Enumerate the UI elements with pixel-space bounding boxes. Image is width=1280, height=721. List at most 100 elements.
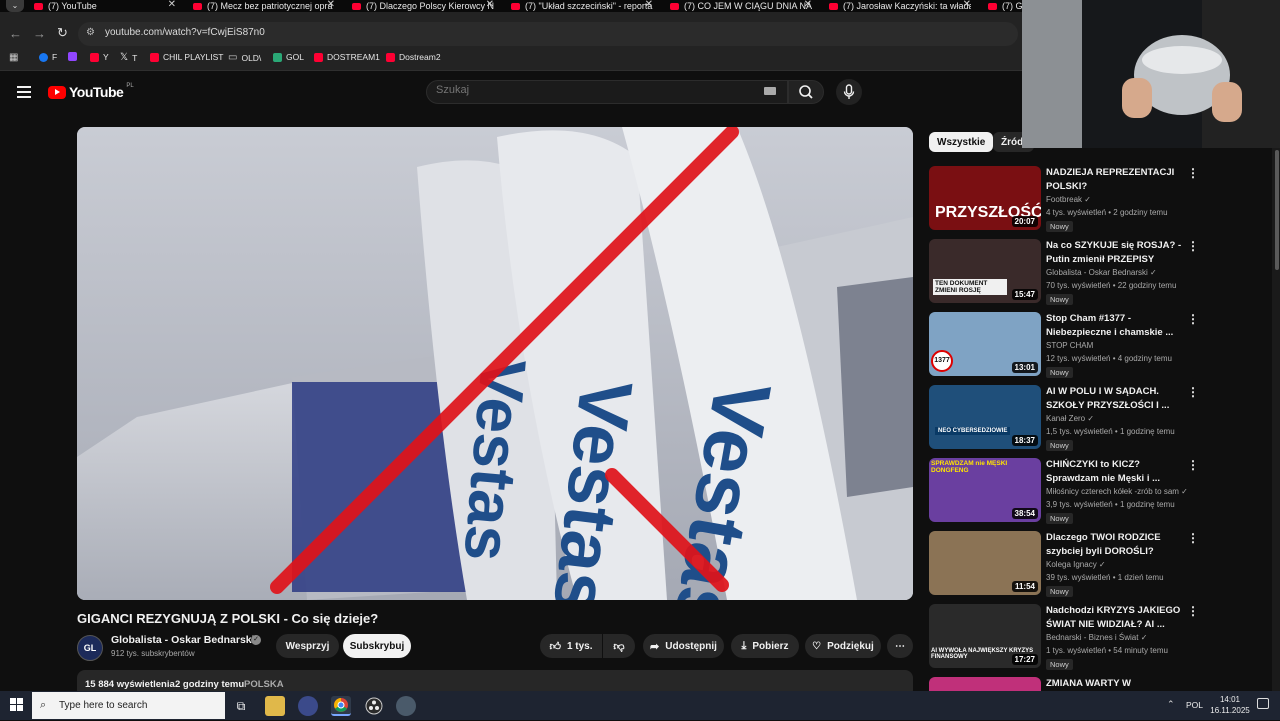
forward-arrow-icon[interactable]: → bbox=[33, 27, 46, 41]
new-badge: Nowy bbox=[1046, 586, 1073, 597]
recommendation-item[interactable]: AI WYWOŁA NAJWIĘKSZY KRYZYS FINANSOWY 17… bbox=[929, 604, 1204, 674]
download-button[interactable]: ⤓ Pobierz bbox=[731, 634, 799, 658]
video-thumbnail[interactable]: AI WYWOŁA NAJWIĘKSZY KRYZYS FINANSOWY 17… bbox=[929, 604, 1041, 668]
recommendation-item[interactable]: 11:54 Dlaczego TWOI RODZICE szybciej byl… bbox=[929, 531, 1204, 601]
more-options-icon[interactable]: ⋮ bbox=[1187, 604, 1199, 618]
video-thumbnail[interactable]: 11:54 bbox=[929, 531, 1041, 595]
browser-tab[interactable]: (7) Dlaczego Polscy Kierowcy N ✕ bbox=[352, 0, 494, 12]
video-thumbnail[interactable]: 1377 13:01 bbox=[929, 312, 1041, 376]
notifications-icon[interactable] bbox=[1257, 698, 1269, 709]
browser-tab[interactable]: (7) Mecz bez patriotycznej opra ✕ bbox=[193, 0, 335, 12]
recommendation-channel[interactable]: Footbreak ✓ bbox=[1046, 195, 1091, 204]
more-options-icon[interactable]: ⋮ bbox=[1187, 239, 1199, 253]
recommendation-title[interactable]: Stop Cham #1377 - Niebezpieczne i chamsk… bbox=[1046, 312, 1186, 339]
bookmark-item[interactable] bbox=[68, 52, 77, 61]
recommendation-channel[interactable]: STOP CHAM bbox=[1046, 341, 1093, 350]
bookmark-item[interactable]: Dostream2 bbox=[386, 52, 441, 62]
bookmark-item[interactable]: Y bbox=[90, 52, 109, 62]
browser-tab[interactable]: (7) Jarosław Kaczyński: ta włada ✕ bbox=[829, 0, 971, 12]
recommendation-title[interactable]: ZMIANA WARTY W bbox=[1046, 677, 1186, 691]
search-button[interactable] bbox=[788, 80, 824, 104]
site-info-icon[interactable]: ⚙ bbox=[86, 27, 95, 38]
video-thumbnail[interactable]: TEN DOKUMENT ZMIENI ROSJĘ 15:47 bbox=[929, 239, 1041, 303]
tray-chevron-icon[interactable]: ⌃ bbox=[1167, 699, 1175, 710]
recommendation-item[interactable]: ZMIANA WARTY W bbox=[929, 677, 1204, 691]
bookmark-item[interactable]: F bbox=[39, 52, 57, 62]
video-thumbnail[interactable] bbox=[929, 677, 1041, 691]
input-language[interactable]: POL bbox=[1186, 700, 1203, 710]
recommendation-title[interactable]: Na co SZYKUJE się ROSJA? - Putin zmienił… bbox=[1046, 239, 1186, 266]
support-button[interactable]: Wesprzyj bbox=[276, 634, 339, 658]
close-tab-icon[interactable]: ✕ bbox=[963, 0, 971, 10]
share-button[interactable]: ➦ Udostępnij bbox=[643, 634, 724, 658]
recommendation-title[interactable]: CHIŃCZYKI to KICZ? Sprawdzam nie Męski i… bbox=[1046, 458, 1186, 485]
video-player[interactable]: Vestas Vestas Vestas bbox=[77, 127, 913, 600]
keyboard-icon[interactable] bbox=[764, 87, 776, 95]
bookmark-item[interactable]: 𝕏T bbox=[120, 52, 137, 63]
app-icon[interactable] bbox=[396, 696, 416, 716]
recommendation-title[interactable]: AI W POLU I W SĄDACH. SZKOŁY PRZYSZŁOŚCI… bbox=[1046, 385, 1186, 412]
recommendation-item[interactable]: TEN DOKUMENT ZMIENI ROSJĘ 15:47 Na co SZ… bbox=[929, 239, 1204, 309]
more-actions-button[interactable]: ⋯ bbox=[887, 634, 913, 658]
more-options-icon[interactable]: ⋮ bbox=[1187, 385, 1199, 399]
recommendation-item[interactable]: 1377 13:01 Stop Cham #1377 - Niebezpiecz… bbox=[929, 312, 1204, 382]
bookmark-item[interactable]: CHIL PLAYLIST bbox=[150, 52, 223, 62]
recommendation-item[interactable]: NEO CYBERSEDZIOWIE 18:37 AI W POLU I W S… bbox=[929, 385, 1204, 455]
app-icon[interactable] bbox=[298, 696, 318, 716]
task-view-icon[interactable]: ⧉ bbox=[231, 696, 251, 716]
dislike-button[interactable]: 👎︎ bbox=[603, 634, 635, 658]
youtube-logo[interactable]: YouTube PL bbox=[48, 83, 134, 100]
video-thumbnail[interactable]: PRZYSZŁOŚĆ 20:07 bbox=[929, 166, 1041, 230]
apps-grid-icon[interactable]: ▦ bbox=[9, 52, 18, 63]
recommendation-channel[interactable]: Miłośnicy czterech kółek -zrób to sam ✓ bbox=[1046, 487, 1188, 496]
recommendation-item[interactable]: PRZYSZŁOŚĆ 20:07 NADZIEJA REPREZENTACJI … bbox=[929, 166, 1204, 236]
bookmark-item[interactable]: DOSTREAM1 bbox=[314, 52, 380, 62]
close-tab-icon[interactable]: ✕ bbox=[486, 0, 494, 10]
back-arrow-icon[interactable]: ← bbox=[9, 27, 22, 41]
close-tab-icon[interactable]: ✕ bbox=[168, 0, 176, 10]
recommendation-channel[interactable]: Bednarski - Biznes i Świat ✓ bbox=[1046, 633, 1147, 642]
recommendation-item[interactable]: SPRAWDZAM nie MĘSKI DONGFENG 38:54 CHIŃC… bbox=[929, 458, 1204, 528]
thanks-button[interactable]: ♡ Podziękuj bbox=[805, 634, 881, 658]
bookmark-folder[interactable]: ▭ OLD\ bbox=[228, 52, 261, 63]
more-options-icon[interactable]: ⋮ bbox=[1187, 531, 1199, 545]
more-options-icon[interactable]: ⋮ bbox=[1187, 458, 1199, 472]
subscribe-button[interactable]: Subskrybuj bbox=[343, 634, 411, 658]
close-tab-icon[interactable]: ✕ bbox=[327, 0, 335, 10]
close-tab-icon[interactable]: ✕ bbox=[804, 0, 812, 10]
obs-icon[interactable] bbox=[364, 696, 384, 716]
browser-tab[interactable]: (7) CO JEM W CIĄGU DNIA NA ✕ bbox=[670, 0, 812, 12]
tab-search-button[interactable]: ⌄ bbox=[6, 0, 24, 12]
chip-all[interactable]: Wszystkie bbox=[929, 132, 994, 152]
scrollbar-thumb[interactable] bbox=[1275, 150, 1279, 270]
video-thumbnail[interactable]: NEO CYBERSEDZIOWIE 18:37 bbox=[929, 385, 1041, 449]
like-button[interactable]: 👍︎ 1 tys. bbox=[540, 634, 602, 658]
hashtag[interactable]: POLSKA bbox=[244, 679, 284, 690]
search-input[interactable] bbox=[436, 84, 746, 96]
recommendation-channel[interactable]: Kanał Zero ✓ bbox=[1046, 414, 1094, 423]
recommendation-title[interactable]: Dlaczego TWOI RODZICE szybciej byli DORO… bbox=[1046, 531, 1186, 558]
browser-tab[interactable]: (7) "Układ szczeciński" - reporta ✕ bbox=[511, 0, 653, 12]
system-clock[interactable]: 14:01 16.11.2025 bbox=[1210, 694, 1250, 716]
recommendation-title[interactable]: NADZIEJA REPREZENTACJI POLSKI? bbox=[1046, 166, 1186, 193]
chrome-icon[interactable] bbox=[331, 696, 351, 716]
video-thumbnail[interactable]: SPRAWDZAM nie MĘSKI DONGFENG 38:54 bbox=[929, 458, 1041, 522]
channel-avatar[interactable]: GL bbox=[77, 635, 103, 661]
recommendation-channel[interactable]: Globalista - Oskar Bednarski ✓ bbox=[1046, 268, 1157, 277]
channel-name[interactable]: Globalista - Oskar Bednarski bbox=[111, 634, 255, 646]
recommendation-channel[interactable]: Kolega Ignacy ✓ bbox=[1046, 560, 1106, 569]
recommendation-title[interactable]: Nadchodzi KRYZYS JAKIEGO ŚWIAT NIE WIDZI… bbox=[1046, 604, 1186, 631]
more-options-icon[interactable]: ⋮ bbox=[1187, 312, 1199, 326]
bookmark-item[interactable]: GOL bbox=[273, 52, 304, 62]
share-arrow-icon: ➦ bbox=[650, 640, 660, 653]
file-explorer-icon[interactable] bbox=[265, 696, 285, 716]
browser-tab[interactable]: (7) YouTube ✕ bbox=[34, 0, 176, 12]
menu-icon[interactable] bbox=[17, 86, 31, 98]
voice-search-button[interactable] bbox=[836, 79, 862, 105]
thumbs-down-icon: 👎︎ bbox=[613, 640, 625, 653]
reload-icon[interactable]: ↻ bbox=[57, 26, 68, 40]
more-options-icon[interactable]: ⋮ bbox=[1187, 166, 1199, 180]
browser-tab[interactable]: (7) Gi bbox=[988, 0, 1022, 12]
windows-start-icon[interactable] bbox=[10, 698, 24, 712]
close-tab-icon[interactable]: ✕ bbox=[645, 0, 653, 10]
